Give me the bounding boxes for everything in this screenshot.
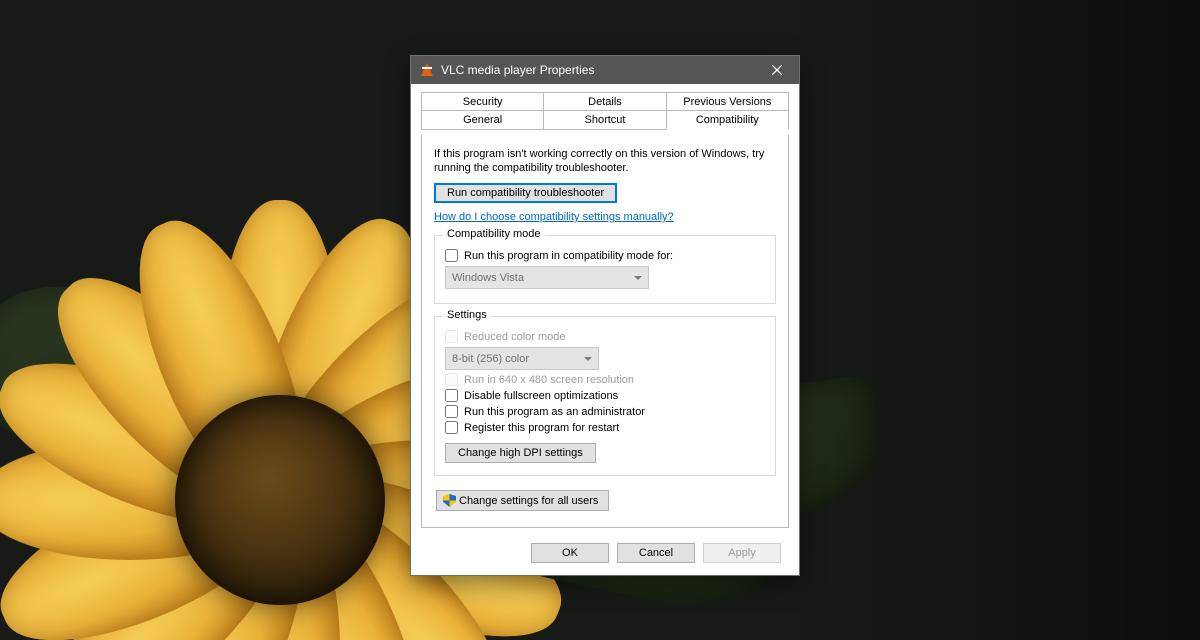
close-button[interactable]: [755, 56, 799, 84]
low-res-checkbox-input: [445, 373, 458, 386]
group-legend: Settings: [443, 309, 491, 321]
compat-os-select[interactable]: Windows Vista: [445, 266, 649, 289]
tab-shortcut[interactable]: Shortcut: [543, 110, 666, 130]
chevron-down-icon: [584, 357, 592, 361]
settings-group: Settings Reduced color mode 8-bit (256) …: [434, 316, 776, 476]
tab-strip: Security Details Previous Versions Gener…: [421, 92, 789, 130]
run-troubleshooter-button[interactable]: Run compatibility troubleshooter: [434, 183, 617, 203]
reduced-color-checkbox-input: [445, 330, 458, 343]
low-res-checkbox: Run in 640 x 480 screen resolution: [445, 373, 765, 386]
desktop-wallpaper: VLC media player Properties Security Det…: [0, 0, 1200, 640]
manual-settings-link[interactable]: How do I choose compatibility settings m…: [434, 211, 674, 223]
cancel-button[interactable]: Cancel: [617, 543, 695, 563]
change-all-users-button[interactable]: Change settings for all users: [436, 490, 609, 511]
dialog-footer: OK Cancel Apply: [419, 533, 791, 563]
compatibility-pane: If this program isn't working correctly …: [421, 135, 789, 528]
change-all-users-label: Change settings for all users: [459, 495, 598, 507]
vlc-cone-icon: [419, 62, 435, 78]
disable-fullscreen-checkbox-input[interactable]: [445, 389, 458, 402]
register-restart-label: Register this program for restart: [464, 422, 619, 434]
change-dpi-button[interactable]: Change high DPI settings: [445, 443, 596, 463]
register-restart-checkbox[interactable]: Register this program for restart: [445, 421, 765, 434]
run-as-admin-checkbox[interactable]: Run this program as an administrator: [445, 405, 765, 418]
tab-general[interactable]: General: [421, 110, 544, 130]
compat-os-value: Windows Vista: [452, 272, 524, 284]
apply-button[interactable]: Apply: [703, 543, 781, 563]
disable-fullscreen-label: Disable fullscreen optimizations: [464, 390, 618, 402]
properties-dialog: VLC media player Properties Security Det…: [410, 55, 800, 576]
tab-compatibility[interactable]: Compatibility: [666, 110, 789, 130]
wallpaper-leaf: [0, 246, 255, 523]
titlebar[interactable]: VLC media player Properties: [411, 56, 799, 84]
tab-previous-versions[interactable]: Previous Versions: [666, 92, 789, 112]
ok-button[interactable]: OK: [531, 543, 609, 563]
window-title: VLC media player Properties: [441, 63, 755, 77]
wallpaper-vignette: [780, 0, 1200, 640]
close-icon: [772, 65, 782, 75]
tab-details[interactable]: Details: [543, 92, 666, 112]
reduced-color-label: Reduced color mode: [464, 331, 566, 343]
color-depth-value: 8-bit (256) color: [452, 353, 529, 365]
tab-security[interactable]: Security: [421, 92, 544, 112]
low-res-label: Run in 640 x 480 screen resolution: [464, 374, 634, 386]
color-depth-select: 8-bit (256) color: [445, 347, 599, 370]
group-legend: Compatibility mode: [443, 228, 545, 240]
register-restart-checkbox-input[interactable]: [445, 421, 458, 434]
disable-fullscreen-checkbox[interactable]: Disable fullscreen optimizations: [445, 389, 765, 402]
run-as-admin-label: Run this program as an administrator: [464, 406, 645, 418]
compat-mode-checkbox-input[interactable]: [445, 249, 458, 262]
compat-mode-label: Run this program in compatibility mode f…: [464, 250, 673, 262]
chevron-down-icon: [634, 276, 642, 280]
uac-shield-icon: [443, 494, 456, 507]
compat-mode-checkbox[interactable]: Run this program in compatibility mode f…: [445, 249, 765, 262]
reduced-color-checkbox: Reduced color mode: [445, 330, 765, 343]
run-as-admin-checkbox-input[interactable]: [445, 405, 458, 418]
intro-text: If this program isn't working correctly …: [434, 147, 776, 175]
compatibility-mode-group: Compatibility mode Run this program in c…: [434, 235, 776, 304]
